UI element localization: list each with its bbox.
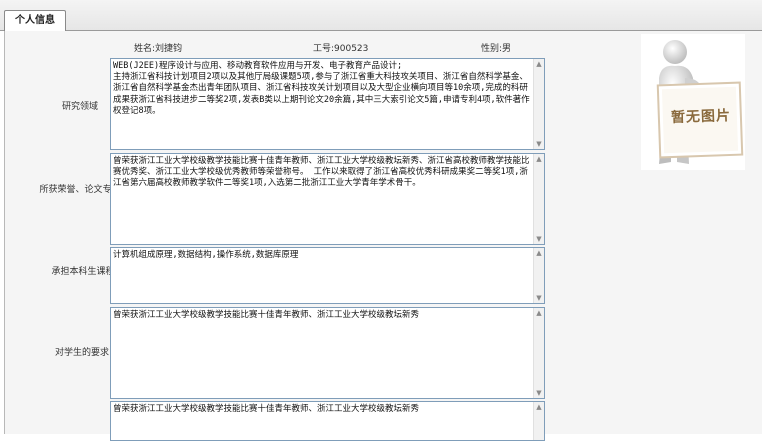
scroll-down-icon[interactable]: ▼ [534,293,544,303]
scrollbar[interactable]: ▲ ▼ [533,308,544,398]
scroll-up-icon[interactable]: ▲ [534,308,544,318]
scrollbar[interactable]: ▲ ▼ [533,59,544,149]
field-5-textarea[interactable]: 曾荣获浙江工业大学校级教学技能比赛十佳青年教师、浙江工业大学校级教坛新秀 ▲ [110,401,545,441]
scroll-down-icon[interactable]: ▼ [534,234,544,244]
teacher-job-id: 工号:900523 [313,44,369,54]
student-requirements-text: 曾荣获浙江工业大学校级教学技能比赛十佳青年教师、浙江工业大学校级教坛新秀 [113,310,420,320]
scrollbar[interactable]: ▲ ▼ [533,248,544,303]
honors-label-text: 所获荣誉、论文专著 [39,185,121,195]
courses-textarea[interactable]: 计算机组成原理,数据结构,操作系统,数据库原理 ▲ ▼ [110,247,545,304]
research-field-text: WEB(J2EE)程序设计与应用、移动教育软件应用与开发、电子教育产品设计; 主… [113,61,530,116]
scroll-up-icon[interactable]: ▲ [534,154,544,164]
field-5-text: 曾荣获浙江工业大学校级教学技能比赛十佳青年教师、浙江工业大学校级教坛新秀 [113,404,420,414]
tab-bar: 个人信息 [0,0,762,31]
teacher-name: 姓名:刘捷钧 [134,44,183,54]
scroll-up-icon[interactable]: ▲ [534,402,544,412]
scroll-down-icon[interactable]: ▼ [534,139,544,149]
no-photo-placeholder: 暂无图片 [641,34,745,170]
scrollbar[interactable]: ▲ ▼ [533,154,544,244]
teacher-gender: 性别:男 [481,44,512,54]
scrollbar[interactable]: ▲ [533,402,544,440]
scroll-down-icon[interactable]: ▼ [534,388,544,398]
research-field-textarea[interactable]: WEB(J2EE)程序设计与应用、移动教育软件应用与开发、电子教育产品设计; 主… [110,58,545,150]
honors-textarea[interactable]: 曾荣获浙江工业大学校级教学技能比赛十佳青年教师、浙江工业大学校级教坛新秀、浙江省… [110,153,545,245]
person-holding-sign-icon [656,40,744,164]
honors-text: 曾荣获浙江工业大学校级教学技能比赛十佳青年教师、浙江工业大学校级教坛新秀、浙江省… [113,156,530,189]
scroll-up-icon[interactable]: ▲ [534,248,544,258]
scroll-up-icon[interactable]: ▲ [534,59,544,69]
no-photo-text: 暂无图片 [670,107,732,127]
student-requirements-textarea[interactable]: 曾荣获浙江工业大学校级教学技能比赛十佳青年教师、浙江工业大学校级教坛新秀 ▲ ▼ [110,307,545,399]
courses-text: 计算机组成原理,数据结构,操作系统,数据库原理 [113,250,299,260]
tab-personal-info[interactable]: 个人信息 [4,10,66,31]
